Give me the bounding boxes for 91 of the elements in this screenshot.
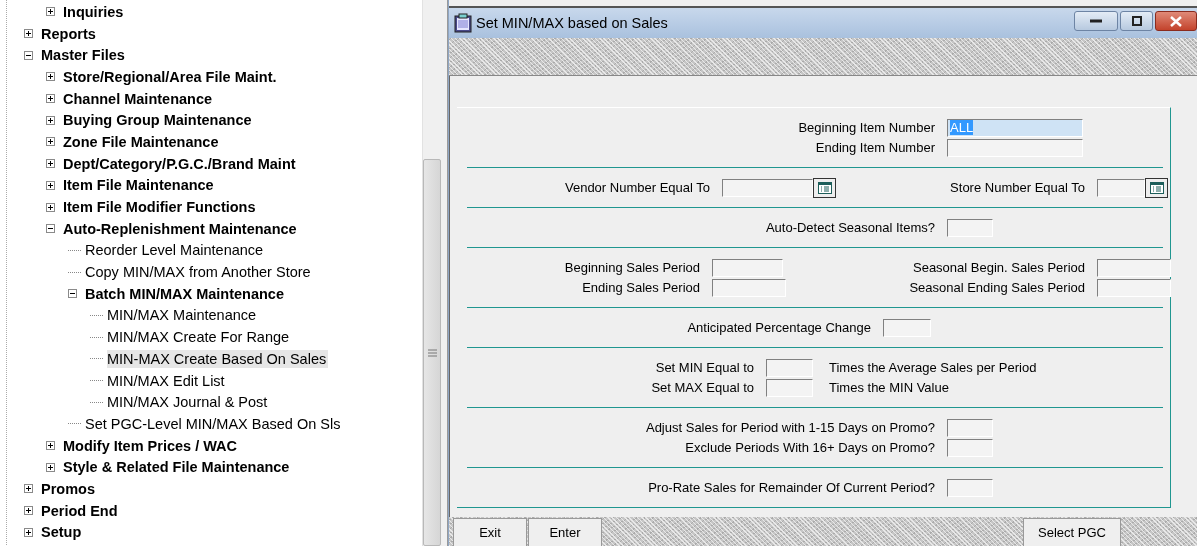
tree-item[interactable]: Buying Group Maintenance [63, 111, 254, 130]
field-label: Anticipated Percentage Change [686, 320, 872, 335]
input-field[interactable] [947, 478, 993, 497]
maximize-icon [1131, 16, 1142, 26]
field-note: Times the Average Sales per Period [829, 360, 1037, 375]
expand-icon[interactable] [46, 202, 55, 212]
maximize-button[interactable] [1120, 11, 1153, 31]
input-field[interactable] [712, 258, 783, 277]
scrollbar-thumb[interactable] [423, 159, 441, 546]
lookup-button[interactable] [813, 177, 836, 198]
expand-icon[interactable] [24, 484, 33, 494]
tree-item[interactable]: Set PGC-Level MIN/MAX Based On Sls [85, 414, 343, 433]
expand-icon[interactable] [24, 506, 33, 516]
field-label: Store Number Equal To [949, 180, 1086, 195]
tree-item[interactable]: Copy MIN/MAX from Another Store [85, 263, 313, 282]
expand-icon[interactable] [46, 462, 55, 472]
tree-item[interactable]: MIN/MAX Journal & Post [107, 393, 270, 412]
tree-item[interactable]: Reorder Level Maintenance [85, 241, 266, 260]
scrollbar[interactable] [422, 0, 441, 546]
field-label: Beginning Sales Period [563, 260, 701, 275]
clipboard-icon [454, 13, 472, 33]
window-title: Set MIN/MAX based on Sales [476, 15, 668, 31]
tree-item[interactable]: MIN/MAX Maintenance [107, 306, 259, 325]
lookup-button[interactable] [1145, 177, 1168, 198]
expand-icon[interactable] [46, 7, 55, 17]
expand-icon[interactable] [46, 72, 55, 82]
field-label: Set MAX Equal to [650, 380, 755, 395]
tree-item[interactable]: Item File Modifier Functions [63, 198, 258, 217]
field-label: Seasonal Begin. Sales Period [912, 260, 1086, 275]
field-label: Adjust Sales for Period with 1-15 Days on Promo? [644, 420, 936, 435]
expand-icon[interactable] [46, 137, 55, 147]
input-field[interactable] [1097, 278, 1171, 297]
tree-item[interactable]: Zone File Maintenance [63, 132, 221, 151]
field-label: Auto-Detect Seasonal Items? [764, 220, 936, 235]
tree-item[interactable]: MIN/MAX Create For Range [107, 328, 292, 347]
input-field[interactable] [947, 138, 1083, 157]
expand-icon[interactable] [46, 180, 55, 190]
grip-icon [427, 348, 437, 357]
minimize-button[interactable] [1074, 11, 1118, 31]
tree-item[interactable]: Reports [41, 24, 98, 43]
field-label: Seasonal Ending Sales Period [908, 280, 1086, 295]
expand-icon[interactable] [46, 441, 55, 451]
expand-icon[interactable] [46, 159, 55, 169]
tree-item[interactable]: MIN/MAX Edit List [107, 371, 227, 390]
collapse-icon[interactable] [24, 50, 33, 60]
tree-item[interactable]: Promos [41, 479, 97, 498]
field-label: Vendor Number Equal To [563, 180, 711, 195]
tree-item[interactable]: Inquiries [63, 2, 126, 21]
expand-icon[interactable] [24, 527, 33, 537]
input-field[interactable] [712, 278, 786, 297]
tree-item[interactable]: Item File Maintenance [63, 176, 216, 195]
action-button[interactable]: Enter [528, 518, 602, 546]
field-label: Ending Sales Period [581, 280, 701, 295]
field-label: Ending Item Number [814, 140, 936, 155]
action-button[interactable]: Exit [453, 518, 527, 546]
collapse-icon[interactable] [46, 224, 55, 234]
input-field[interactable] [1097, 178, 1145, 197]
tree-item[interactable]: Auto-Replenishment Maintenance [63, 219, 299, 238]
tree-item[interactable]: Master Files [41, 46, 127, 65]
input-field[interactable] [947, 218, 993, 237]
expand-icon[interactable] [46, 115, 55, 125]
field-label: Exclude Periods With 16+ Days on Promo? [684, 440, 936, 455]
field-label: Pro-Rate Sales for Remainder Of Current Period? [647, 480, 936, 495]
tree-item[interactable]: Setup [41, 523, 84, 542]
tree-item[interactable]: MIN-MAX Create Based On Sales [107, 349, 329, 368]
close-icon [1170, 15, 1182, 27]
tree-item[interactable]: Batch MIN/MAX Maintenance [85, 284, 286, 303]
input-field[interactable] [766, 378, 813, 397]
close-button[interactable] [1155, 11, 1197, 31]
input-field[interactable] [766, 358, 813, 377]
input-field[interactable] [947, 418, 993, 437]
input-field[interactable] [1097, 258, 1171, 277]
tree-item[interactable]: Channel Maintenance [63, 89, 215, 108]
list-icon [1149, 181, 1164, 194]
expand-icon[interactable] [24, 29, 33, 39]
input-field[interactable] [883, 318, 931, 337]
field-label: Beginning Item Number [797, 120, 936, 135]
expand-icon[interactable] [46, 94, 55, 104]
input-field[interactable] [722, 178, 813, 197]
tree-item[interactable]: Dept/Category/P.G.C./Brand Maint [63, 154, 298, 173]
minimize-icon [1090, 19, 1102, 23]
tree-item[interactable]: Style & Related File Maintenance [63, 458, 292, 477]
action-button[interactable]: Select PGC [1023, 518, 1121, 546]
tree-item[interactable]: Period End [41, 501, 120, 520]
tree-item[interactable]: Store/Regional/Area File Maint. [63, 67, 279, 86]
field-note: Times the MIN Value [829, 380, 949, 395]
input-field[interactable] [947, 438, 993, 457]
collapse-icon[interactable] [68, 289, 77, 299]
field-label: Set MIN Equal to [654, 360, 755, 375]
list-icon [817, 181, 832, 194]
tree-item[interactable]: Modify Item Prices / WAC [63, 436, 240, 455]
